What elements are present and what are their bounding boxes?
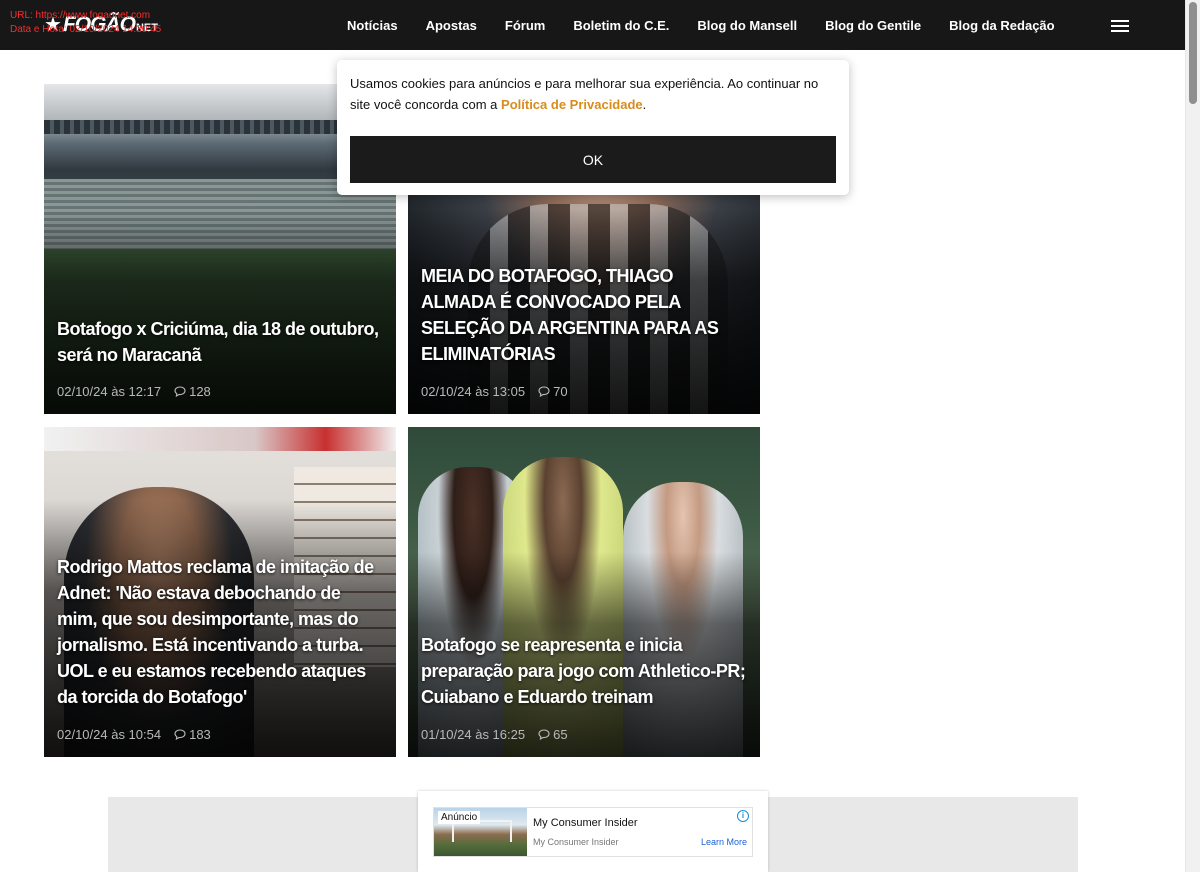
- cookie-consent-dialog: Usamos cookies para anúncios e para melh…: [337, 60, 849, 195]
- nav-boletim[interactable]: Boletim do C.E.: [559, 18, 683, 33]
- hamburger-menu-icon[interactable]: [1111, 17, 1131, 33]
- top-navigation-bar: ★ FOGÃO NET Notícias Apostas Fórum Bolet…: [0, 0, 1185, 50]
- card-meta: 02/10/24 às 13:05 70: [421, 384, 568, 399]
- card-comment-count: 183: [189, 727, 211, 742]
- comment-icon: [538, 729, 550, 740]
- cookie-text-after: .: [642, 97, 647, 112]
- card-date: 02/10/24 às 12:17: [57, 384, 162, 399]
- ad-info-icon[interactable]: i: [737, 810, 749, 822]
- browser-overlay-info: URL: https://www.fogaonet.com Data e Hor…: [10, 9, 161, 37]
- card-date: 01/10/24 às 16:25: [421, 727, 526, 742]
- card-date: 02/10/24 às 13:05: [421, 384, 526, 399]
- card-title[interactable]: Botafogo x Criciúma, dia 18 de outubro, …: [57, 316, 384, 368]
- cookie-message: Usamos cookies para anúncios e para melh…: [350, 73, 834, 115]
- news-card[interactable]: Rodrigo Mattos reclama de imitação de Ad…: [44, 427, 396, 757]
- nav-blog-redacao[interactable]: Blog da Redação: [935, 18, 1068, 33]
- ad-container: Anúncio My Consumer Insider My Consumer …: [418, 791, 768, 872]
- card-meta: 02/10/24 às 10:54 183: [57, 727, 211, 742]
- card-meta: 01/10/24 às 16:25 65: [421, 727, 568, 742]
- ad-image[interactable]: Anúncio: [434, 808, 527, 856]
- ad-unit[interactable]: Anúncio My Consumer Insider My Consumer …: [433, 807, 753, 857]
- ad-title[interactable]: My Consumer Insider: [533, 817, 638, 829]
- comment-icon: [174, 386, 186, 397]
- card-title[interactable]: MEIA DO BOTAFOGO, THIAGO ALMADA É CONVOC…: [421, 263, 748, 367]
- ad-tag: Anúncio: [438, 811, 481, 824]
- comment-icon: [538, 386, 550, 397]
- comment-icon: [174, 729, 186, 740]
- card-comment-count: 128: [189, 384, 211, 399]
- card-title[interactable]: Botafogo se reapresenta e inicia prepara…: [421, 632, 748, 710]
- news-card[interactable]: Botafogo se reapresenta e inicia prepara…: [408, 427, 760, 757]
- card-meta: 02/10/24 às 12:17 128: [57, 384, 211, 399]
- page-scrollbar[interactable]: [1185, 0, 1200, 872]
- card-comment-count: 65: [553, 727, 568, 742]
- nav-blog-gentile[interactable]: Blog do Gentile: [811, 18, 935, 33]
- cookie-ok-button[interactable]: OK: [350, 136, 836, 183]
- overlay-date-text: Data e Hora: 02/10/2024 14:30:45: [10, 24, 162, 35]
- card-title[interactable]: Rodrigo Mattos reclama de imitação de Ad…: [57, 554, 384, 710]
- overlay-url-text: URL: https://www.fogaonet.com: [10, 10, 151, 21]
- nav-apostas[interactable]: Apostas: [412, 18, 491, 33]
- card-comment-count: 70: [553, 384, 568, 399]
- nav-forum[interactable]: Fórum: [491, 18, 559, 33]
- main-nav: Notícias Apostas Fórum Boletim do C.E. B…: [333, 0, 1069, 50]
- privacy-policy-link[interactable]: Política de Privacidade: [501, 97, 643, 112]
- scrollbar-thumb[interactable]: [1189, 2, 1197, 104]
- ad-learn-more-link[interactable]: Learn More: [701, 837, 747, 847]
- nav-blog-mansell[interactable]: Blog do Mansell: [683, 18, 811, 33]
- nav-noticias[interactable]: Notícias: [333, 18, 412, 33]
- card-date: 02/10/24 às 10:54: [57, 727, 162, 742]
- ad-source: My Consumer Insider: [533, 837, 619, 847]
